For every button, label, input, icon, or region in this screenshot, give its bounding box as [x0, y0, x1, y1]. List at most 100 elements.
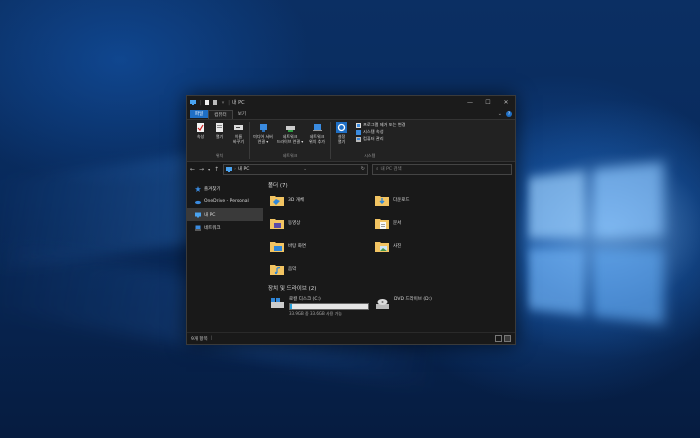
- navigation-pane: 즐겨찾기 OneDrive - Personal 내 PC 네트워크: [187, 176, 263, 333]
- pc-icon: [195, 212, 201, 217]
- expand-ribbon-icon[interactable]: ⌄: [498, 111, 502, 117]
- rename-label: 이름 바꾸기: [232, 134, 245, 144]
- ribbon: 속성 열기 이름 바꾸기 위치 미디어 서버 연결 ▾ 네트워크 드라이브 연결…: [187, 119, 515, 162]
- media-server-button[interactable]: 미디어 서버 연결 ▾: [253, 122, 273, 153]
- search-box[interactable]: ⌕ 내 PC 검색: [372, 163, 512, 175]
- network-icon: [195, 225, 201, 230]
- computer-management-button[interactable]: 컴퓨터 관리: [356, 136, 406, 142]
- disk-usage-fill: [290, 304, 292, 309]
- item-count: 9개 항목: [191, 336, 208, 342]
- help-icon[interactable]: ?: [506, 111, 512, 117]
- drive-label: DVD 드라이브 (D:): [394, 297, 432, 302]
- window-controls: — ☐ ✕: [461, 99, 515, 106]
- properties-button[interactable]: 속성: [193, 122, 208, 153]
- customize-quick-access-icon[interactable]: ▾: [222, 100, 225, 106]
- details-view-icon[interactable]: [495, 335, 502, 342]
- open-button[interactable]: 열기: [212, 122, 227, 153]
- ribbon-tabs: 파일 컴퓨터 보기 ⌄ ?: [187, 109, 515, 119]
- folder-item[interactable]: 사진: [373, 237, 478, 255]
- nav-label: OneDrive - Personal: [204, 199, 249, 204]
- folder-label: 다운로드: [393, 198, 410, 203]
- refresh-icon[interactable]: ↻: [361, 166, 367, 172]
- open-settings-button[interactable]: 설정 열기: [334, 122, 349, 153]
- media-server-icon: [259, 124, 267, 132]
- folder-item[interactable]: 바탕 화면: [268, 237, 373, 255]
- pc-icon: [226, 166, 233, 172]
- view-toggle: [495, 335, 511, 342]
- settings-gear-icon: [336, 122, 347, 133]
- map-network-drive-button[interactable]: 네트워크 드라이브 연결 ▾: [277, 122, 303, 153]
- system-properties-label: 시스템 속성: [363, 129, 384, 134]
- computer-management-icon: [356, 136, 361, 142]
- uninstall-program-button[interactable]: 프로그램 제거 또는 변경: [356, 122, 406, 128]
- folder-item[interactable]: 동영상: [268, 214, 373, 232]
- nav-label: 네트워크: [204, 225, 221, 231]
- folders-section-header[interactable]: 폴더 (7): [268, 181, 511, 189]
- drive-item-c[interactable]: 로컬 디스크 (C:) 33.9GB 중 33.6GB 사용 가능: [268, 296, 373, 317]
- folder-label: 바탕 화면: [288, 244, 306, 249]
- maximize-button[interactable]: ☐: [479, 99, 497, 106]
- add-network-location-button[interactable]: 네트워크 위치 추가: [307, 122, 327, 153]
- up-button[interactable]: ↑: [214, 166, 219, 173]
- address-dropdown-icon[interactable]: ⌄: [303, 167, 307, 172]
- folder-label: 음악: [288, 267, 297, 272]
- system-links: 프로그램 제거 또는 변경 시스템 속성 컴퓨터 관리: [356, 122, 406, 153]
- nav-item-quick-access[interactable]: 즐겨찾기: [187, 182, 263, 195]
- group-label-network: 네트워크: [282, 153, 298, 158]
- ribbon-group-location: 속성 열기 이름 바꾸기 위치: [190, 122, 250, 159]
- ribbon-group-system: 설정 열기 프로그램 제거 또는 변경 시스템 속성 컴퓨터 관리 시스템: [331, 122, 409, 159]
- folder-label: 3D 개체: [288, 198, 305, 203]
- drives-grid: 로컬 디스크 (C:) 33.9GB 중 33.6GB 사용 가능 DVD 드라…: [268, 296, 511, 317]
- map-network-drive-label: 네트워크 드라이브 연결 ▾: [276, 134, 304, 144]
- forward-button[interactable]: →: [199, 166, 204, 173]
- address-bar-row: ← → ▾ ↑ › 내 PC ⌄ ↻ ⌕ 내 PC 검색: [187, 162, 515, 176]
- wallpaper-windows-logo: [528, 161, 667, 329]
- drive-label: 로컬 디스크 (C:): [289, 297, 321, 302]
- drive-item-d[interactable]: DVD 드라이브 (D:): [373, 296, 478, 317]
- nav-label: 즐겨찾기: [204, 186, 221, 192]
- folders-grid: 3D 개체 다운로드 동영상 문서 바탕 화면 사진 음악: [268, 191, 511, 278]
- folder-item[interactable]: 3D 개체: [268, 191, 373, 209]
- recent-locations-button[interactable]: ▾: [208, 167, 210, 172]
- open-label: 열기: [215, 134, 224, 139]
- nav-item-this-pc[interactable]: 내 PC: [187, 208, 263, 221]
- tab-view[interactable]: 보기: [233, 110, 251, 118]
- drives-section-header[interactable]: 장치 및 드라이브 (2): [268, 284, 511, 292]
- tab-computer[interactable]: 컴퓨터: [208, 109, 233, 119]
- rename-button[interactable]: 이름 바꾸기: [231, 122, 246, 153]
- star-icon: [195, 185, 201, 192]
- rename-icon: [234, 125, 243, 130]
- drive-free-space: 33.9GB 중 33.6GB 사용 가능: [289, 311, 342, 316]
- properties-label: 속성: [196, 134, 205, 139]
- nav-item-network[interactable]: 네트워크: [187, 221, 263, 234]
- close-button[interactable]: ✕: [497, 99, 515, 106]
- folder-item[interactable]: 문서: [373, 214, 478, 232]
- downloads-folder-icon: [375, 196, 389, 206]
- uninstall-icon: [356, 122, 361, 128]
- system-properties-button[interactable]: 시스템 속성: [356, 129, 406, 135]
- system-properties-icon: [356, 129, 361, 135]
- pictures-folder-icon: [375, 242, 389, 252]
- minimize-button[interactable]: —: [461, 99, 479, 106]
- dvd-drive-icon: [376, 299, 389, 309]
- desktop-folder-icon: [270, 242, 284, 252]
- quick-access-properties-icon[interactable]: [204, 100, 210, 105]
- folder-label: 문서: [393, 221, 402, 226]
- address-bar[interactable]: › 내 PC ⌄ ↻: [223, 163, 368, 175]
- folder-item[interactable]: 음악: [268, 260, 373, 278]
- search-placeholder: 내 PC 검색: [380, 167, 402, 172]
- folder-label: 사진: [393, 244, 402, 249]
- status-bar: 9개 항목 |: [187, 332, 515, 344]
- quick-access-new-folder-icon[interactable]: [212, 100, 218, 105]
- back-button[interactable]: ←: [190, 166, 195, 173]
- music-folder-icon: [270, 265, 284, 275]
- main-area: 즐겨찾기 OneDrive - Personal 내 PC 네트워크 폴더 (7…: [187, 176, 515, 333]
- title-bar-divider: |: [228, 99, 230, 106]
- breadcrumb-current[interactable]: 내 PC: [238, 166, 249, 172]
- large-icons-view-icon[interactable]: [504, 335, 511, 342]
- folder-label: 동영상: [288, 221, 301, 226]
- nav-item-onedrive[interactable]: OneDrive - Personal: [187, 195, 263, 208]
- tab-file[interactable]: 파일: [190, 110, 209, 118]
- ribbon-group-network: 미디어 서버 연결 ▾ 네트워크 드라이브 연결 ▾ 네트워크 위치 추가 네트…: [250, 122, 331, 159]
- folder-item[interactable]: 다운로드: [373, 191, 478, 209]
